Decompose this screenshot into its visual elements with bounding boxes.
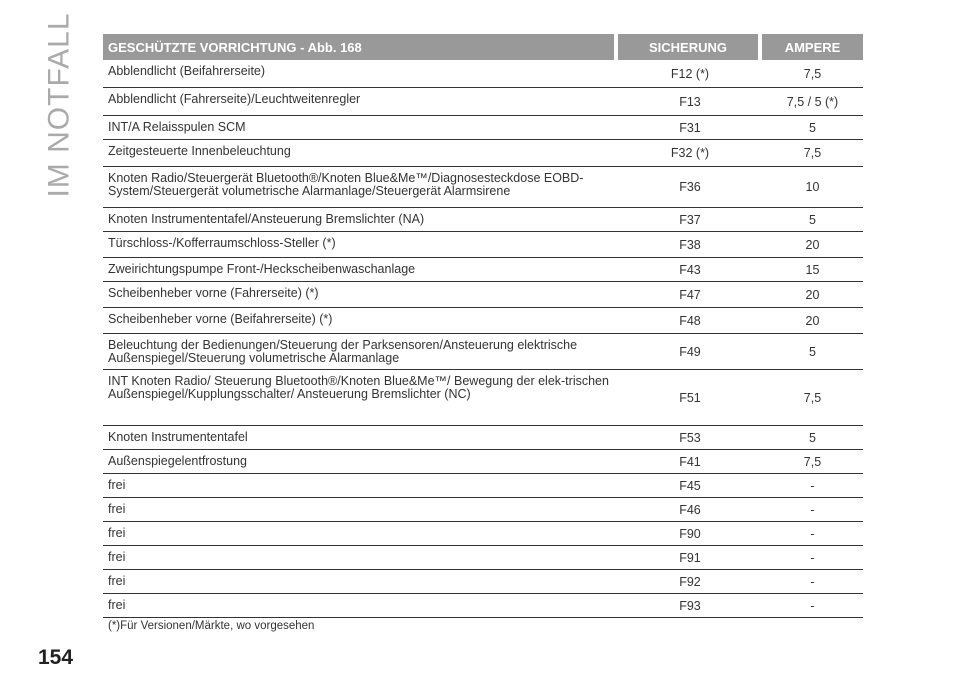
cell-device: frei <box>108 526 126 540</box>
cell-fuse: F45 <box>679 478 701 493</box>
cell-device: Scheibenheber vorne (Beifahrerseite) (*) <box>108 312 333 326</box>
cell-device: INT/A Relaisspulen SCM <box>108 120 246 134</box>
cell-amps: 15 <box>805 262 820 277</box>
table-row: Knoten Instrumententafel/Ansteuerung Bre… <box>103 208 863 232</box>
cell-device: frei <box>108 598 126 612</box>
table-header: GESCHÜTZTE VORRICHTUNG - Abb. 168 SICHER… <box>103 34 863 60</box>
table-row: Abblendlicht (Beifahrerseite) F12 (*) 7,… <box>103 60 863 88</box>
fuse-table: GESCHÜTZTE VORRICHTUNG - Abb. 168 SICHER… <box>103 34 863 618</box>
cell-fuse: F41 <box>679 454 701 469</box>
table-row: INT Knoten Radio/ Steuerung Bluetooth®/K… <box>103 370 863 426</box>
header-amps: AMPERE <box>762 34 863 60</box>
cell-amps: 5 <box>809 430 816 445</box>
table-row: frei F90 - <box>103 522 863 546</box>
cell-fuse: F49 <box>679 344 701 359</box>
table-row: frei F91 - <box>103 546 863 570</box>
cell-device: Außenspiegelentfrostung <box>108 454 247 468</box>
table-row: frei F92 - <box>103 570 863 594</box>
cell-amps: 10 <box>805 180 820 194</box>
table-row: INT/A Relaisspulen SCM F31 5 <box>103 116 863 140</box>
cell-device: frei <box>108 574 126 588</box>
cell-device: frei <box>108 478 126 492</box>
cell-fuse: F91 <box>679 550 701 565</box>
table-row: Außenspiegelentfrostung F41 7,5 <box>103 450 863 474</box>
page-number: 154 <box>38 646 74 669</box>
cell-amps: 7,5 <box>803 454 822 469</box>
cell-amps: 20 <box>805 313 820 328</box>
cell-fuse: F47 <box>679 287 701 302</box>
footnote: (*)Für Versionen/Märkte, wo vorgesehen <box>108 620 315 632</box>
cell-device: Zeitgesteuerte Innenbeleuchtung <box>108 144 291 158</box>
cell-fuse: F12 (*) <box>670 66 710 81</box>
cell-fuse: F53 <box>679 430 701 445</box>
cell-amps: 5 <box>809 120 816 135</box>
cell-fuse: F51 <box>679 390 701 405</box>
cell-amps: 7,5 / 5 (*) <box>786 94 839 109</box>
cell-device: Knoten Instrumententafel <box>108 430 248 444</box>
table-row: Knoten Instrumententafel F53 5 <box>103 426 863 450</box>
cell-amps: 7,5 <box>803 146 822 160</box>
section-title-text: IM NOTFALL <box>43 12 77 198</box>
table-row: frei F45 - <box>103 474 863 498</box>
cell-device: INT Knoten Radio/ Steuerung Bluetooth®/K… <box>108 374 609 401</box>
cell-fuse: F43 <box>679 262 701 277</box>
table-row: Abblendlicht (Fahrerseite)/Leuchtweitenr… <box>103 88 863 116</box>
table-row: Scheibenheber vorne (Beifahrerseite) (*)… <box>103 308 863 334</box>
manual-page: IM NOTFALL GESCHÜTZTE VORRICHTUNG - Abb.… <box>0 0 960 678</box>
table-row: Scheibenheber vorne (Fahrerseite) (*) F4… <box>103 282 863 308</box>
cell-device: frei <box>108 550 126 564</box>
table-row: Zeitgesteuerte Innenbeleuchtung F32 (*) … <box>103 140 863 167</box>
table-row: Knoten Radio/Steuergerät Bluetooth®/Knot… <box>103 167 863 208</box>
cell-amps: - <box>810 526 815 541</box>
cell-fuse: F13 <box>679 94 701 109</box>
cell-amps: 5 <box>809 212 816 227</box>
cell-device: Beleuchtung der Bedienungen/Steuerung de… <box>108 338 578 365</box>
cell-fuse: F46 <box>679 502 701 517</box>
cell-device: Scheibenheber vorne (Fahrerseite) (*) <box>108 286 319 300</box>
cell-device: Türschloss-/Kofferraumschloss-Steller (*… <box>108 236 336 250</box>
cell-amps: 20 <box>805 287 820 302</box>
table-row: Türschloss-/Kofferraumschloss-Steller (*… <box>103 232 863 258</box>
cell-amps: - <box>810 478 815 493</box>
cell-amps: 7,5 <box>803 66 822 81</box>
header-fuse: SICHERUNG <box>618 34 758 60</box>
cell-fuse: F32 (*) <box>670 146 710 160</box>
cell-fuse: F48 <box>679 313 701 328</box>
cell-amps: - <box>810 502 815 517</box>
cell-device: Zweirichtungspumpe Front-/Heckscheibenwa… <box>108 262 416 276</box>
cell-device: frei <box>108 502 126 516</box>
cell-fuse: F92 <box>679 574 701 589</box>
cell-amps: - <box>810 598 815 613</box>
header-device: GESCHÜTZTE VORRICHTUNG - Abb. 168 <box>103 34 614 60</box>
cell-amps: - <box>810 574 815 589</box>
cell-amps: - <box>810 550 815 565</box>
cell-amps: 5 <box>809 344 816 359</box>
cell-fuse: F90 <box>679 526 701 541</box>
cell-fuse: F31 <box>679 120 701 135</box>
cell-fuse: F93 <box>679 598 701 613</box>
cell-device: Knoten Instrumententafel/Ansteuerung Bre… <box>108 212 425 226</box>
cell-device: Knoten Radio/Steuergerät Bluetooth®/Knot… <box>108 171 584 198</box>
table-row: Zweirichtungspumpe Front-/Heckscheibenwa… <box>103 258 863 282</box>
cell-fuse: F38 <box>679 237 701 252</box>
cell-fuse: F36 <box>679 180 701 194</box>
table-row: Beleuchtung der Bedienungen/Steuerung de… <box>103 334 863 370</box>
section-title-vertical: IM NOTFALL <box>40 12 80 197</box>
cell-amps: 7,5 <box>803 390 822 405</box>
table-row: frei F46 - <box>103 498 863 522</box>
cell-device: Abblendlicht (Fahrerseite)/Leuchtweitenr… <box>108 92 361 106</box>
cell-fuse: F37 <box>679 212 701 227</box>
table-row: frei F93 - <box>103 594 863 618</box>
cell-amps: 20 <box>805 237 820 252</box>
cell-device: Abblendlicht (Beifahrerseite) <box>108 64 266 78</box>
